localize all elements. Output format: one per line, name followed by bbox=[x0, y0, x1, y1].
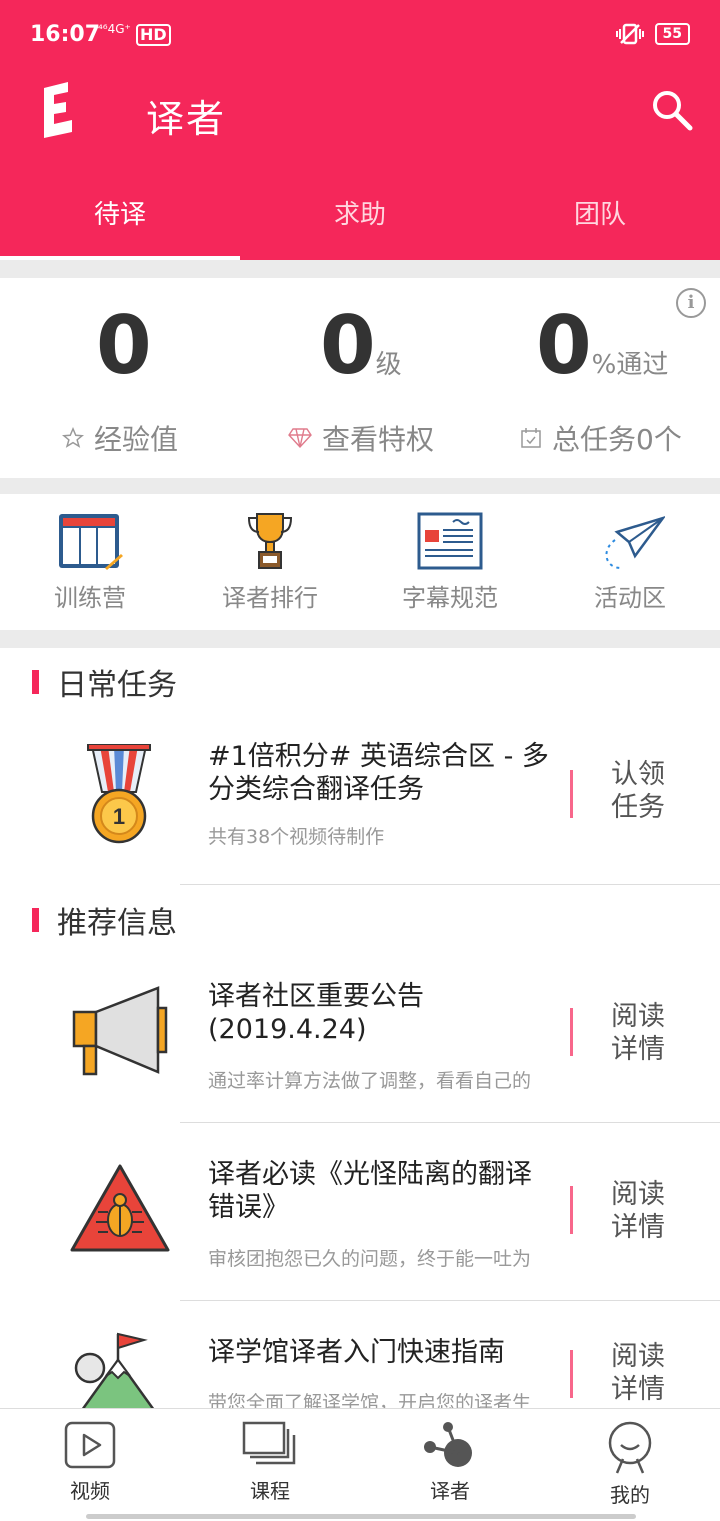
vibrate-icon bbox=[615, 23, 644, 45]
pass-rate-unit: %通过 bbox=[591, 350, 669, 380]
status-bar: 16:07 ⁴⁶4G⁺ HD 55 bbox=[0, 0, 720, 72]
quick-link-activity[interactable]: 活动区 bbox=[540, 494, 720, 630]
rec-desc: 审核团抱怨已久的问题，终于能一吐为 bbox=[208, 1248, 532, 1270]
gesture-bar bbox=[86, 1514, 636, 1519]
tab-pending[interactable]: 待译 bbox=[0, 180, 240, 260]
quick-link-label: 字幕规范 bbox=[402, 584, 498, 612]
quick-link-label: 训练营 bbox=[54, 584, 126, 612]
action-divider bbox=[570, 1008, 573, 1056]
header: 16:07 ⁴⁶4G⁺ HD 55 译者 待译 求助 团队 bbox=[0, 0, 720, 260]
experience-value: 0 bbox=[96, 299, 152, 392]
privileges-link[interactable]: 查看特权 bbox=[288, 418, 434, 458]
experience-link[interactable]: 经验值 bbox=[62, 418, 178, 458]
rec-desc: 带您全面了解译学馆，开启您的译者生 bbox=[208, 1392, 532, 1408]
nav-item-translator[interactable]: 译者 bbox=[360, 1409, 540, 1521]
action-divider bbox=[570, 1350, 573, 1398]
rec-title: 译者必读《光怪陆离的翻译错误》 bbox=[208, 1159, 532, 1223]
quick-link-ranking[interactable]: 译者排行 bbox=[180, 494, 360, 630]
action-divider bbox=[570, 1186, 573, 1234]
recommendations-title: 推荐信息 bbox=[57, 906, 177, 941]
svg-text:1: 1 bbox=[113, 804, 125, 829]
row-divider bbox=[180, 1300, 720, 1301]
task-desc: 共有38个视频待制作 bbox=[208, 826, 385, 848]
search-icon[interactable] bbox=[650, 88, 694, 132]
read-more-button[interactable]: 阅读详情 bbox=[611, 1000, 671, 1066]
read-more-button[interactable]: 阅读详情 bbox=[611, 1340, 671, 1406]
battery-indicator: 55 bbox=[654, 23, 690, 45]
daily-tasks-header: 日常任务 bbox=[32, 660, 177, 704]
status-right: 55 bbox=[615, 22, 690, 46]
nav-label: 视频 bbox=[70, 1479, 110, 1503]
nav-label: 课程 bbox=[250, 1479, 290, 1503]
translator-icon bbox=[424, 1422, 472, 1467]
quick-link-training[interactable]: 训练营 bbox=[0, 494, 180, 630]
pass-rate-value: 0 bbox=[536, 299, 592, 392]
rec-title: 译学馆译者入门快速指南 bbox=[208, 1337, 505, 1368]
tab-bar: 待译 求助 团队 bbox=[0, 180, 720, 260]
level-value: 0 bbox=[320, 299, 376, 392]
action-divider bbox=[570, 770, 573, 818]
experience-label: 经验值 bbox=[94, 423, 179, 456]
task-title: #1倍积分# 英语综合区 - 多分类综合翻译任务 bbox=[208, 741, 549, 805]
recommendation-item[interactable]: 译学馆译者入门快速指南 带您全面了解译学馆，开启您的译者生 阅读详情 bbox=[0, 1332, 720, 1408]
nav-item-course[interactable]: 课程 bbox=[180, 1409, 360, 1521]
page-title: 译者 bbox=[146, 97, 227, 141]
profile-icon bbox=[608, 1421, 652, 1474]
section-bar bbox=[32, 670, 39, 694]
course-icon bbox=[242, 1421, 296, 1465]
nav-label: 译者 bbox=[430, 1479, 470, 1503]
recommendation-item[interactable]: 译者必读《光怪陆离的翻译错误》 审核团抱怨已久的问题，终于能一吐为 阅读详情 bbox=[0, 1158, 720, 1298]
paper-plane-icon bbox=[605, 516, 665, 569]
calendar-check-icon bbox=[521, 428, 541, 448]
quick-link-subtitle-spec[interactable]: 字幕规范 bbox=[360, 494, 540, 630]
hd-badge: HD bbox=[136, 24, 171, 46]
bug-warning-icon bbox=[70, 1164, 170, 1252]
quick-links: 训练营 译者排行 字幕规范 活动区 bbox=[0, 494, 720, 630]
diamond-icon bbox=[288, 428, 312, 449]
nav-item-profile[interactable]: 我的 bbox=[540, 1409, 720, 1521]
bottom-nav: 视频 课程 译者 我的 bbox=[0, 1408, 720, 1521]
training-camp-icon bbox=[59, 514, 123, 570]
section-bar bbox=[32, 908, 39, 932]
total-tasks-label: 总任务0个 bbox=[552, 423, 682, 456]
document-icon bbox=[417, 512, 483, 570]
tab-team[interactable]: 团队 bbox=[480, 180, 720, 260]
app-logo bbox=[44, 82, 72, 138]
status-time: 16:07 bbox=[30, 22, 101, 47]
level-unit: 级 bbox=[375, 350, 402, 380]
megaphone-icon bbox=[72, 986, 168, 1076]
quick-link-label: 译者排行 bbox=[222, 584, 318, 612]
recommendations-header: 推荐信息 bbox=[32, 898, 177, 942]
mountain-flag-icon bbox=[74, 1332, 155, 1408]
content-list: 日常任务 1 #1倍积分# 英语综合区 - 多分类综合翻译任务 共有38个视频待… bbox=[0, 648, 720, 1408]
privileges-label: 查看特权 bbox=[322, 423, 435, 456]
info-icon[interactable]: i bbox=[676, 288, 706, 318]
nav-item-video[interactable]: 视频 bbox=[0, 1409, 180, 1521]
row-divider bbox=[180, 1122, 720, 1123]
row-divider bbox=[180, 884, 720, 885]
recommendation-item[interactable]: 译者社区重要公告(2019.4.24) 通过率计算方法做了调整，看看自己的 阅读… bbox=[0, 980, 720, 1120]
nav-label: 我的 bbox=[610, 1483, 650, 1507]
signal-indicator: ⁴⁶4G⁺ bbox=[98, 22, 131, 36]
tab-help[interactable]: 求助 bbox=[240, 180, 480, 260]
star-icon bbox=[62, 427, 84, 448]
task-item[interactable]: 1 #1倍积分# 英语综合区 - 多分类综合翻译任务 共有38个视频待制作 认领… bbox=[0, 740, 720, 886]
daily-tasks-title: 日常任务 bbox=[57, 668, 177, 703]
medal-icon: 1 bbox=[87, 744, 151, 844]
total-tasks-link[interactable]: 总任务0个 bbox=[520, 418, 682, 458]
trophy-icon bbox=[247, 513, 293, 569]
quick-link-label: 活动区 bbox=[594, 584, 666, 612]
read-more-button[interactable]: 阅读详情 bbox=[611, 1178, 671, 1244]
play-icon bbox=[64, 1421, 116, 1469]
rec-desc: 通过率计算方法做了调整，看看自己的 bbox=[208, 1070, 532, 1092]
rec-title: 译者社区重要公告(2019.4.24) bbox=[208, 981, 424, 1045]
claim-task-button[interactable]: 认领任务 bbox=[611, 758, 671, 824]
